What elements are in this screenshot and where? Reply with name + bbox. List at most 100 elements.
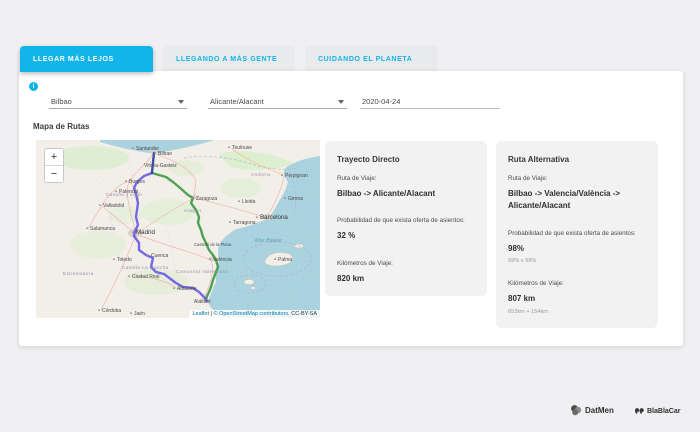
panel-title: Trayecto Directo [337,155,400,164]
map-label: Toledo [117,257,132,263]
content-card: i Bilbao Alicante/Alacant 2020-04-24 Map… [19,71,683,346]
route-label: Ruta de Viaje: [508,175,548,182]
city-dot [154,152,156,155]
probability-value: 98% [508,243,525,253]
map-label: Extremadura [63,271,94,276]
km-value: 820 km [337,273,365,283]
map-label: Castelló de la Plana [194,242,232,247]
map-label: Salamanca [90,226,115,232]
map-label: Cuenca [151,253,168,259]
city-dot [113,258,115,261]
license-text: CC-BY-SA [289,311,317,317]
city-dot [132,231,134,234]
datmen-label: DatMen [585,405,614,415]
map-label: València [213,257,232,263]
map-title: Mapa de Rutas [33,122,90,131]
city-dot [173,287,175,290]
leaflet-link[interactable]: Leaflet [192,311,209,317]
zoom-in-button[interactable]: + [45,149,63,166]
chevron-down-icon [178,100,184,104]
tab-label: LLEGANDO A MÁS GENTE [176,55,278,63]
map-label: Albacete [177,286,197,292]
origin-value: Bilbao [51,96,72,106]
city-dot [256,216,258,219]
map-label: Córdoba [102,308,121,314]
blablacar-logo: BlaBlaCar [634,406,680,417]
city-dot [209,258,211,261]
city-dot [98,309,100,312]
map-label: Valladolid [103,203,125,209]
map-label: Jaén [134,311,145,317]
km-label: Kilómetros de Viaje: [337,259,393,267]
city-dot [281,174,283,177]
map-label: Vitoria-Gasteiz [144,163,177,169]
direct-route-panel: Trayecto Directo Ruta de Viaje: Bilbao -… [325,141,487,296]
destination-select[interactable]: Alicante/Alacant [208,94,347,109]
route-label: Ruta de Viaje: [337,175,377,182]
city-dot [192,197,194,200]
map-label: Barcelona [260,214,288,221]
city-dot [284,197,286,200]
zoom-out-button[interactable]: − [45,166,63,182]
route-value: Bilbao -> Valencia/València -> Alicante/… [508,189,621,211]
probability-label: Probabilidad de que exista oferta de asi… [337,217,465,225]
map-label: Bilbao [158,151,172,157]
routes-map[interactable]: Toulouse Santander Bilbao Vitoria-Gasteiz Bu… [36,140,320,318]
probability-label: Probabilidad de que exista oferta de asi… [508,229,636,237]
map-label: Castilla y León [106,192,142,197]
tab-label: LLEGAR MÁS LEJOS [33,55,114,63]
city-dot [86,227,88,230]
tab-llegar-mas-lejos[interactable]: LLEGAR MÁS LEJOS [20,46,153,72]
city-dot [229,221,231,224]
map-label: Girona [288,196,303,202]
map-label: Alacant [194,299,211,305]
map-label: Madrid [136,229,155,236]
map-label: Toulouse [232,145,252,151]
map-zoom-control: + − [44,148,64,183]
tab-label: CUIDANDO EL PLANETA [318,55,413,63]
probability-value: 32 % [337,231,356,241]
chevron-down-icon [338,100,344,104]
blablacar-label: BlaBlaCar [647,408,681,415]
map-canvas: Toulouse SantanderBilbao Vitoria-Gasteiz Bu… [36,140,320,318]
origin-select[interactable]: Bilbao [49,94,187,109]
date-value: 2020-04-24 [362,96,401,106]
tab-cuidando-el-planeta[interactable]: CUIDANDO EL PLANETA [305,46,438,72]
map-label: Mar Balear [255,238,283,244]
map-label: Zaragoza [196,196,217,202]
city-dot [99,204,101,207]
destination-value: Alicante/Alacant [210,96,264,106]
map-label: Andorra [251,172,270,177]
map-label: Santander [136,146,159,152]
km-detail: 653km + 154km [508,308,548,315]
map-label: Burgos [129,179,145,185]
blablacar-icon [634,408,644,415]
city-dot [130,312,132,315]
map-label: Comunitat Valenciana [176,269,229,274]
map-label: Ciudad Real [132,274,160,280]
date-input[interactable]: 2020-04-24 [360,94,500,109]
osm-link[interactable]: © OpenStreetMap contributors, [213,311,289,317]
map-label: Lleida [242,199,256,205]
map-label: Palma [278,257,292,263]
km-value: 807 km [508,294,536,304]
map-label: Perpignan [285,173,308,179]
map-label: Castilla-La Mancha [122,265,169,270]
panel-title: Ruta Alternativa [508,155,570,164]
map-label: Tarragona [233,220,256,226]
city-dot [238,200,240,203]
map-attribution: Leaflet | © OpenStreetMap contributors, … [189,310,320,318]
city-dot [228,146,230,149]
city-dot [125,180,127,183]
city-dot [147,254,149,257]
city-dot [132,147,134,150]
city-dot [128,275,130,278]
map-label: Aragón [184,208,201,213]
datmen-icon [571,405,582,416]
datmen-logo: DatMen [570,404,614,416]
probability-detail: 99% x 99% [508,258,537,265]
tab-llegando-a-mas-gente[interactable]: LLEGANDO A MÁS GENTE [163,46,295,72]
route-value: Bilbao -> Alicante/Alacant [337,189,436,198]
km-label: Kilómetros de Viaje: [508,280,564,288]
info-icon[interactable]: i [29,82,38,91]
